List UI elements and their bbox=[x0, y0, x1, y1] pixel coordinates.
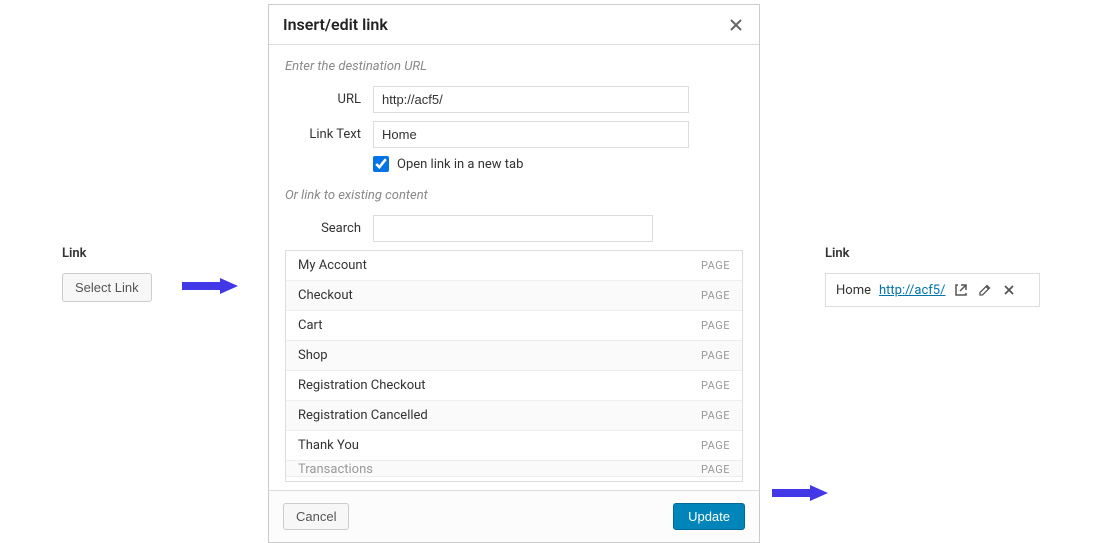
list-item[interactable]: Checkout PAGE bbox=[286, 281, 742, 311]
newtab-row: Open link in a new tab bbox=[285, 156, 743, 172]
dialog-title: Insert/edit link bbox=[283, 15, 388, 34]
list-item[interactable]: Transactions PAGE bbox=[286, 461, 742, 477]
link-display: Home http://acf5/ bbox=[825, 273, 1040, 307]
url-row: URL bbox=[285, 86, 743, 113]
dialog-footer: Cancel Update bbox=[269, 490, 759, 542]
select-link-button[interactable]: Select Link bbox=[62, 273, 152, 302]
edit-icon[interactable] bbox=[977, 282, 993, 298]
list-item[interactable]: Registration Checkout PAGE bbox=[286, 371, 742, 401]
newtab-label: Open link in a new tab bbox=[397, 157, 523, 172]
list-item-type: PAGE bbox=[701, 463, 730, 476]
linktext-row: Link Text bbox=[285, 121, 743, 148]
list-item-type: PAGE bbox=[701, 439, 730, 452]
url-label: URL bbox=[285, 92, 373, 107]
list-item[interactable]: My Account PAGE bbox=[286, 251, 742, 281]
enter-url-section-label: Enter the destination URL bbox=[285, 59, 743, 74]
remove-icon[interactable] bbox=[1001, 282, 1017, 298]
list-item-title: Thank You bbox=[298, 438, 359, 453]
search-row: Search bbox=[285, 215, 743, 242]
link-url[interactable]: http://acf5/ bbox=[879, 283, 946, 298]
linktext-input[interactable] bbox=[373, 121, 689, 148]
right-link-panel: Link Home http://acf5/ bbox=[825, 246, 1040, 307]
list-item-title: Shop bbox=[298, 348, 328, 363]
list-item[interactable]: Registration Cancelled PAGE bbox=[286, 401, 742, 431]
dialog-body: Enter the destination URL URL Link Text … bbox=[269, 45, 759, 490]
dialog-header: Insert/edit link bbox=[269, 5, 759, 45]
or-link-section-label: Or link to existing content bbox=[285, 188, 743, 203]
list-item-type: PAGE bbox=[701, 409, 730, 422]
linktext-label: Link Text bbox=[285, 127, 373, 142]
arrow-icon bbox=[180, 273, 240, 299]
search-label: Search bbox=[285, 221, 373, 236]
cancel-button[interactable]: Cancel bbox=[283, 503, 349, 530]
close-button[interactable] bbox=[727, 16, 745, 34]
update-button[interactable]: Update bbox=[673, 503, 745, 530]
right-link-label: Link bbox=[825, 246, 1040, 261]
list-item-title: Registration Checkout bbox=[298, 378, 426, 393]
list-item-title: Cart bbox=[298, 318, 323, 333]
list-item-type: PAGE bbox=[701, 349, 730, 362]
list-item-type: PAGE bbox=[701, 319, 730, 332]
list-item-title: Checkout bbox=[298, 288, 353, 303]
list-item[interactable]: Cart PAGE bbox=[286, 311, 742, 341]
existing-content-list: My Account PAGE Checkout PAGE Cart PAGE … bbox=[285, 250, 743, 482]
search-input[interactable] bbox=[373, 215, 653, 242]
external-link-icon[interactable] bbox=[953, 282, 969, 298]
insert-edit-link-dialog: Insert/edit link Enter the destination U… bbox=[268, 4, 760, 543]
newtab-checkbox[interactable] bbox=[373, 156, 389, 172]
link-text-value: Home bbox=[836, 283, 871, 298]
list-item[interactable]: Thank You PAGE bbox=[286, 431, 742, 461]
arrow-icon bbox=[770, 480, 830, 506]
list-item-type: PAGE bbox=[701, 289, 730, 302]
list-item-title: Registration Cancelled bbox=[298, 408, 428, 423]
list-item[interactable]: Shop PAGE bbox=[286, 341, 742, 371]
left-link-label: Link bbox=[62, 246, 242, 261]
list-item-type: PAGE bbox=[701, 379, 730, 392]
list-item-title: My Account bbox=[298, 258, 367, 273]
list-item-type: PAGE bbox=[701, 259, 730, 272]
url-input[interactable] bbox=[373, 86, 689, 113]
list-item-title: Transactions bbox=[298, 462, 373, 477]
